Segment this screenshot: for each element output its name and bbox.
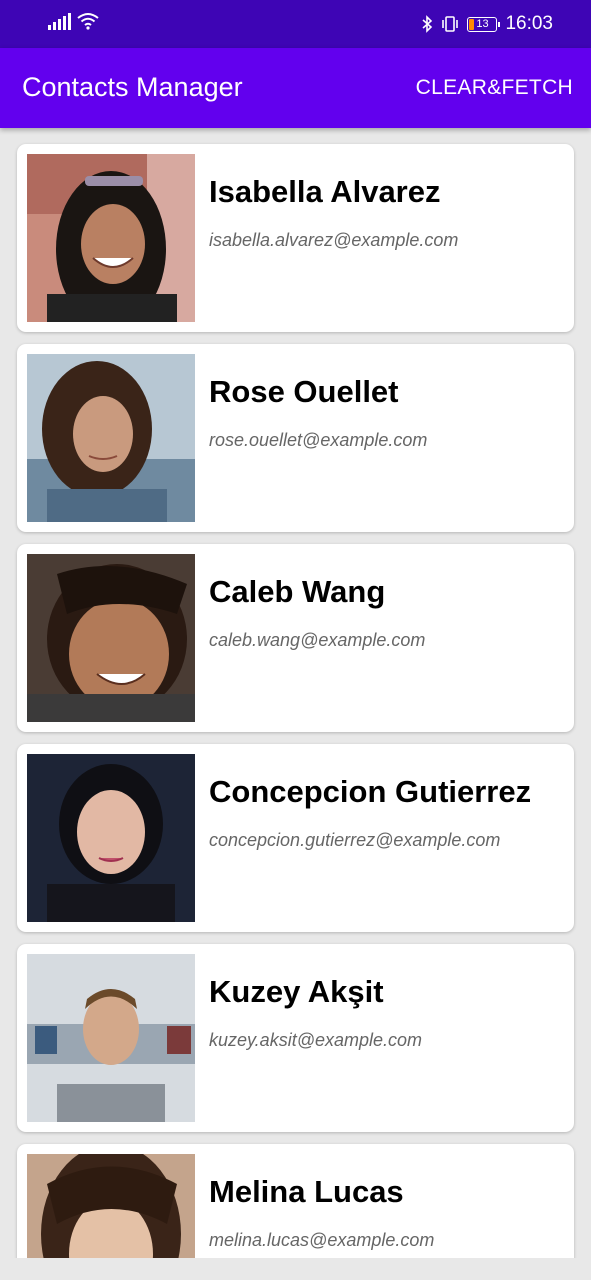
battery-icon: 13 <box>467 16 501 32</box>
status-time: 16:03 <box>505 13 553 34</box>
avatar <box>27 754 195 922</box>
vibrate-icon <box>442 16 459 32</box>
contact-card[interactable]: Isabella Alvarez isabella.alvarez@exampl… <box>17 144 574 332</box>
bluetooth-icon <box>422 15 433 33</box>
app-title: Contacts Manager <box>22 72 243 102</box>
contact-name: Caleb Wang <box>209 574 386 609</box>
clear-fetch-button[interactable]: CLEAR&FETCH <box>416 76 573 100</box>
contact-email: concepcion.gutierrez@example.com <box>209 830 501 850</box>
avatar <box>27 1154 195 1258</box>
signal-icon <box>48 12 71 30</box>
wifi-icon <box>77 13 99 30</box>
contact-email: melina.lucas@example.com <box>209 1230 435 1250</box>
status-left-icons <box>48 12 99 30</box>
status-right-icons: 13 16:03 <box>421 13 553 35</box>
contact-name: Rose Ouellet <box>209 374 399 409</box>
contact-card[interactable]: Caleb Wang caleb.wang@example.com <box>17 544 574 732</box>
contact-name: Concepcion Gutierrez <box>209 774 532 809</box>
status-bar: 13 16:03 <box>0 0 591 48</box>
bottom-strip <box>0 1258 591 1280</box>
contact-card[interactable]: Rose Ouellet rose.ouellet@example.com <box>17 344 574 532</box>
contact-email: isabella.alvarez@example.com <box>209 230 459 250</box>
avatar <box>27 354 195 522</box>
contacts-list[interactable]: Isabella Alvarez isabella.alvarez@exampl… <box>0 128 591 1258</box>
contact-name: Melina Lucas <box>209 1174 404 1209</box>
contact-card[interactable]: Concepcion Gutierrez concepcion.gutierre… <box>17 744 574 932</box>
contact-name: Kuzey Akşit <box>209 974 384 1009</box>
contact-email: caleb.wang@example.com <box>209 630 426 650</box>
contact-email: kuzey.aksit@example.com <box>209 1030 423 1050</box>
avatar <box>27 954 195 1122</box>
app-bar: Contacts Manager CLEAR&FETCH <box>0 48 591 128</box>
contact-email: rose.ouellet@example.com <box>209 430 428 450</box>
contact-card[interactable]: Kuzey Akşit kuzey.aksit@example.com <box>17 944 574 1132</box>
avatar <box>27 554 195 722</box>
contact-card[interactable]: Melina Lucas melina.lucas@example.com <box>17 1144 574 1258</box>
battery-level: 13 <box>476 17 489 30</box>
avatar <box>27 154 195 322</box>
contact-name: Isabella Alvarez <box>209 174 441 209</box>
